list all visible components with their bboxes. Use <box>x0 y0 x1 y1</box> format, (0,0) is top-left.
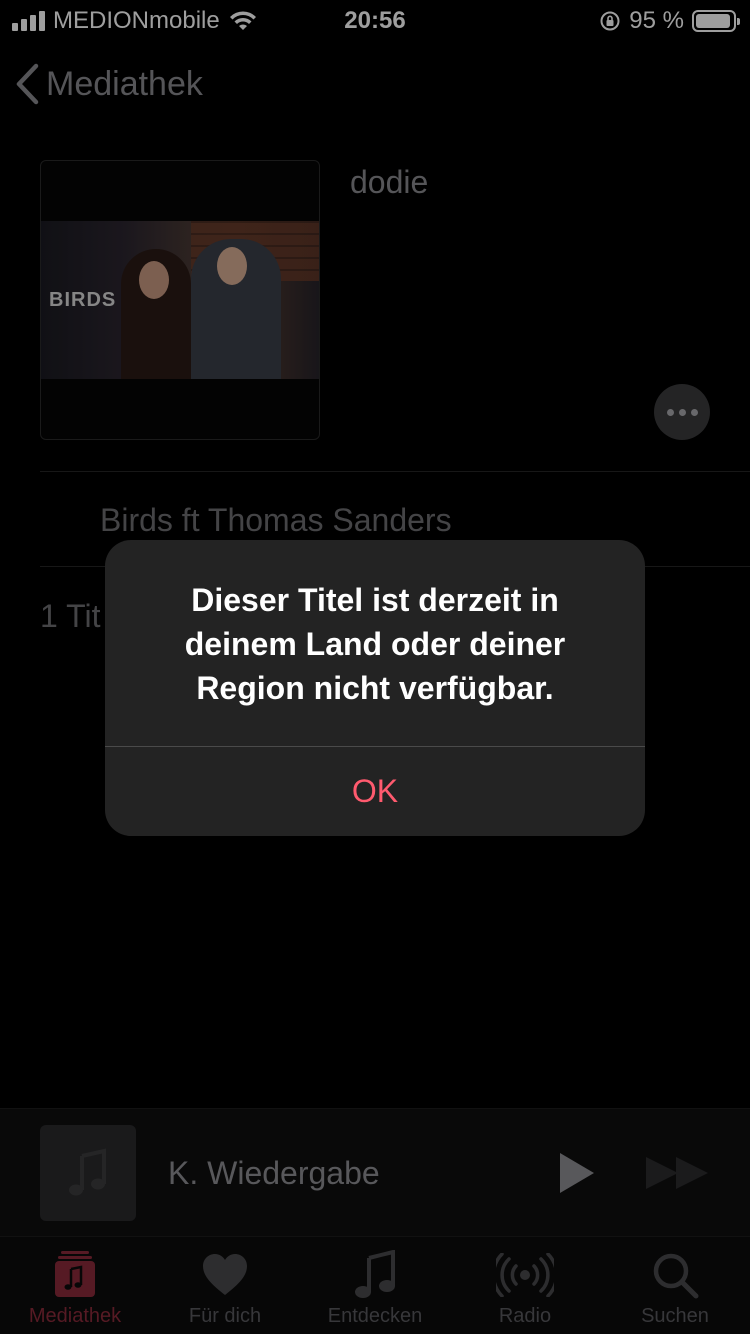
ok-button[interactable]: OK <box>105 747 645 836</box>
alert-message: Dieser Titel ist derzeit in deinem Land … <box>184 582 566 706</box>
alert-dialog: Dieser Titel ist derzeit in deinem Land … <box>105 540 645 836</box>
